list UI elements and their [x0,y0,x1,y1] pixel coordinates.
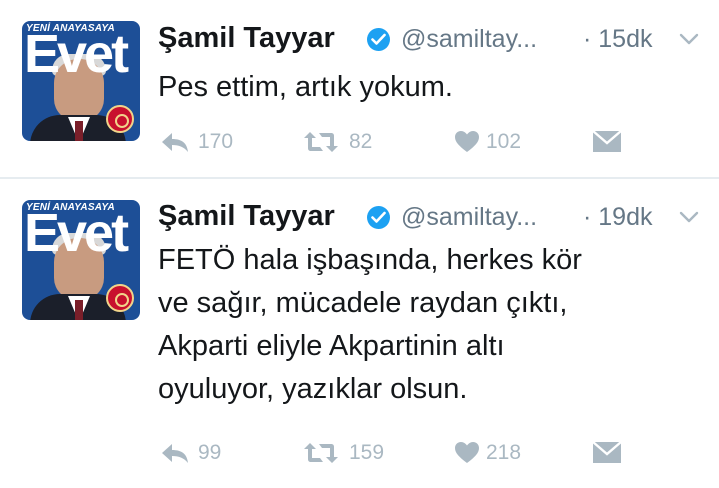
user-handle[interactable]: @samiltay... [401,203,537,232]
tweet-text-line: oyuluyor, yazıklar olsun. [158,373,468,405]
timestamp[interactable]: · 19dk [583,203,652,232]
presidential-seal-icon [106,105,134,133]
tweet-text-line: Akparti eliyle Akpartinin altı [158,330,505,362]
display-name[interactable]: Şamil Tayyar [158,22,335,55]
verified-badge-icon [367,28,390,51]
avatar-tie [75,121,83,141]
verified-badge-icon [367,206,390,229]
avatar-evet-text: Evet [24,203,129,263]
tweet[interactable]: Evet YENİ ANAYASAYA Şamil Tayyar @samilt… [0,179,719,488]
chevron-down-icon[interactable] [679,32,699,50]
chevron-down-icon[interactable] [679,210,699,228]
tweet-text-line: ve sağır, mücadele raydan çıktı, [158,287,568,319]
presidential-seal-icon [106,284,134,312]
tweet-header: Şamil Tayyar @samiltay... · 19dk [158,198,703,238]
tweet[interactable]: Evet YENİ ANAYASAYA Şamil Tayyar @samilt… [0,0,719,178]
reply-count: 170 [198,130,234,153]
avatar[interactable]: Evet YENİ ANAYASAYA [22,21,140,141]
display-name[interactable]: Şamil Tayyar [158,200,335,233]
retweet-count: 82 [349,130,373,153]
like-count: 102 [486,130,522,153]
tweet-header: Şamil Tayyar @samiltay... · 15dk [158,20,703,60]
user-handle[interactable]: @samiltay... [401,25,537,54]
avatar-tie [75,300,83,320]
tweet-actions: 170 82 102 [160,127,622,157]
reply-count: 99 [198,441,222,464]
avatar-banner-text: YENİ ANAYASAYA [26,202,115,213]
tweet-text-line: Pes ettim, artık yokum. [158,71,453,103]
timestamp[interactable]: · 15dk [583,25,652,54]
like-count: 218 [486,441,522,464]
avatar-banner-text: YENİ ANAYASAYA [26,23,115,34]
tweet-actions: 99 159 218 [160,438,622,468]
tweet-text: FETÖ hala işbaşında, herkes kör ve sağır… [158,239,703,411]
retweet-count: 159 [349,441,385,464]
tweet-text-line: FETÖ hala işbaşında, herkes kör [158,244,582,276]
tweet-text: Pes ettim, artık yokum. [158,66,703,109]
avatar-evet-text: Evet [24,24,129,84]
avatar[interactable]: Evet YENİ ANAYASAYA [22,200,140,320]
